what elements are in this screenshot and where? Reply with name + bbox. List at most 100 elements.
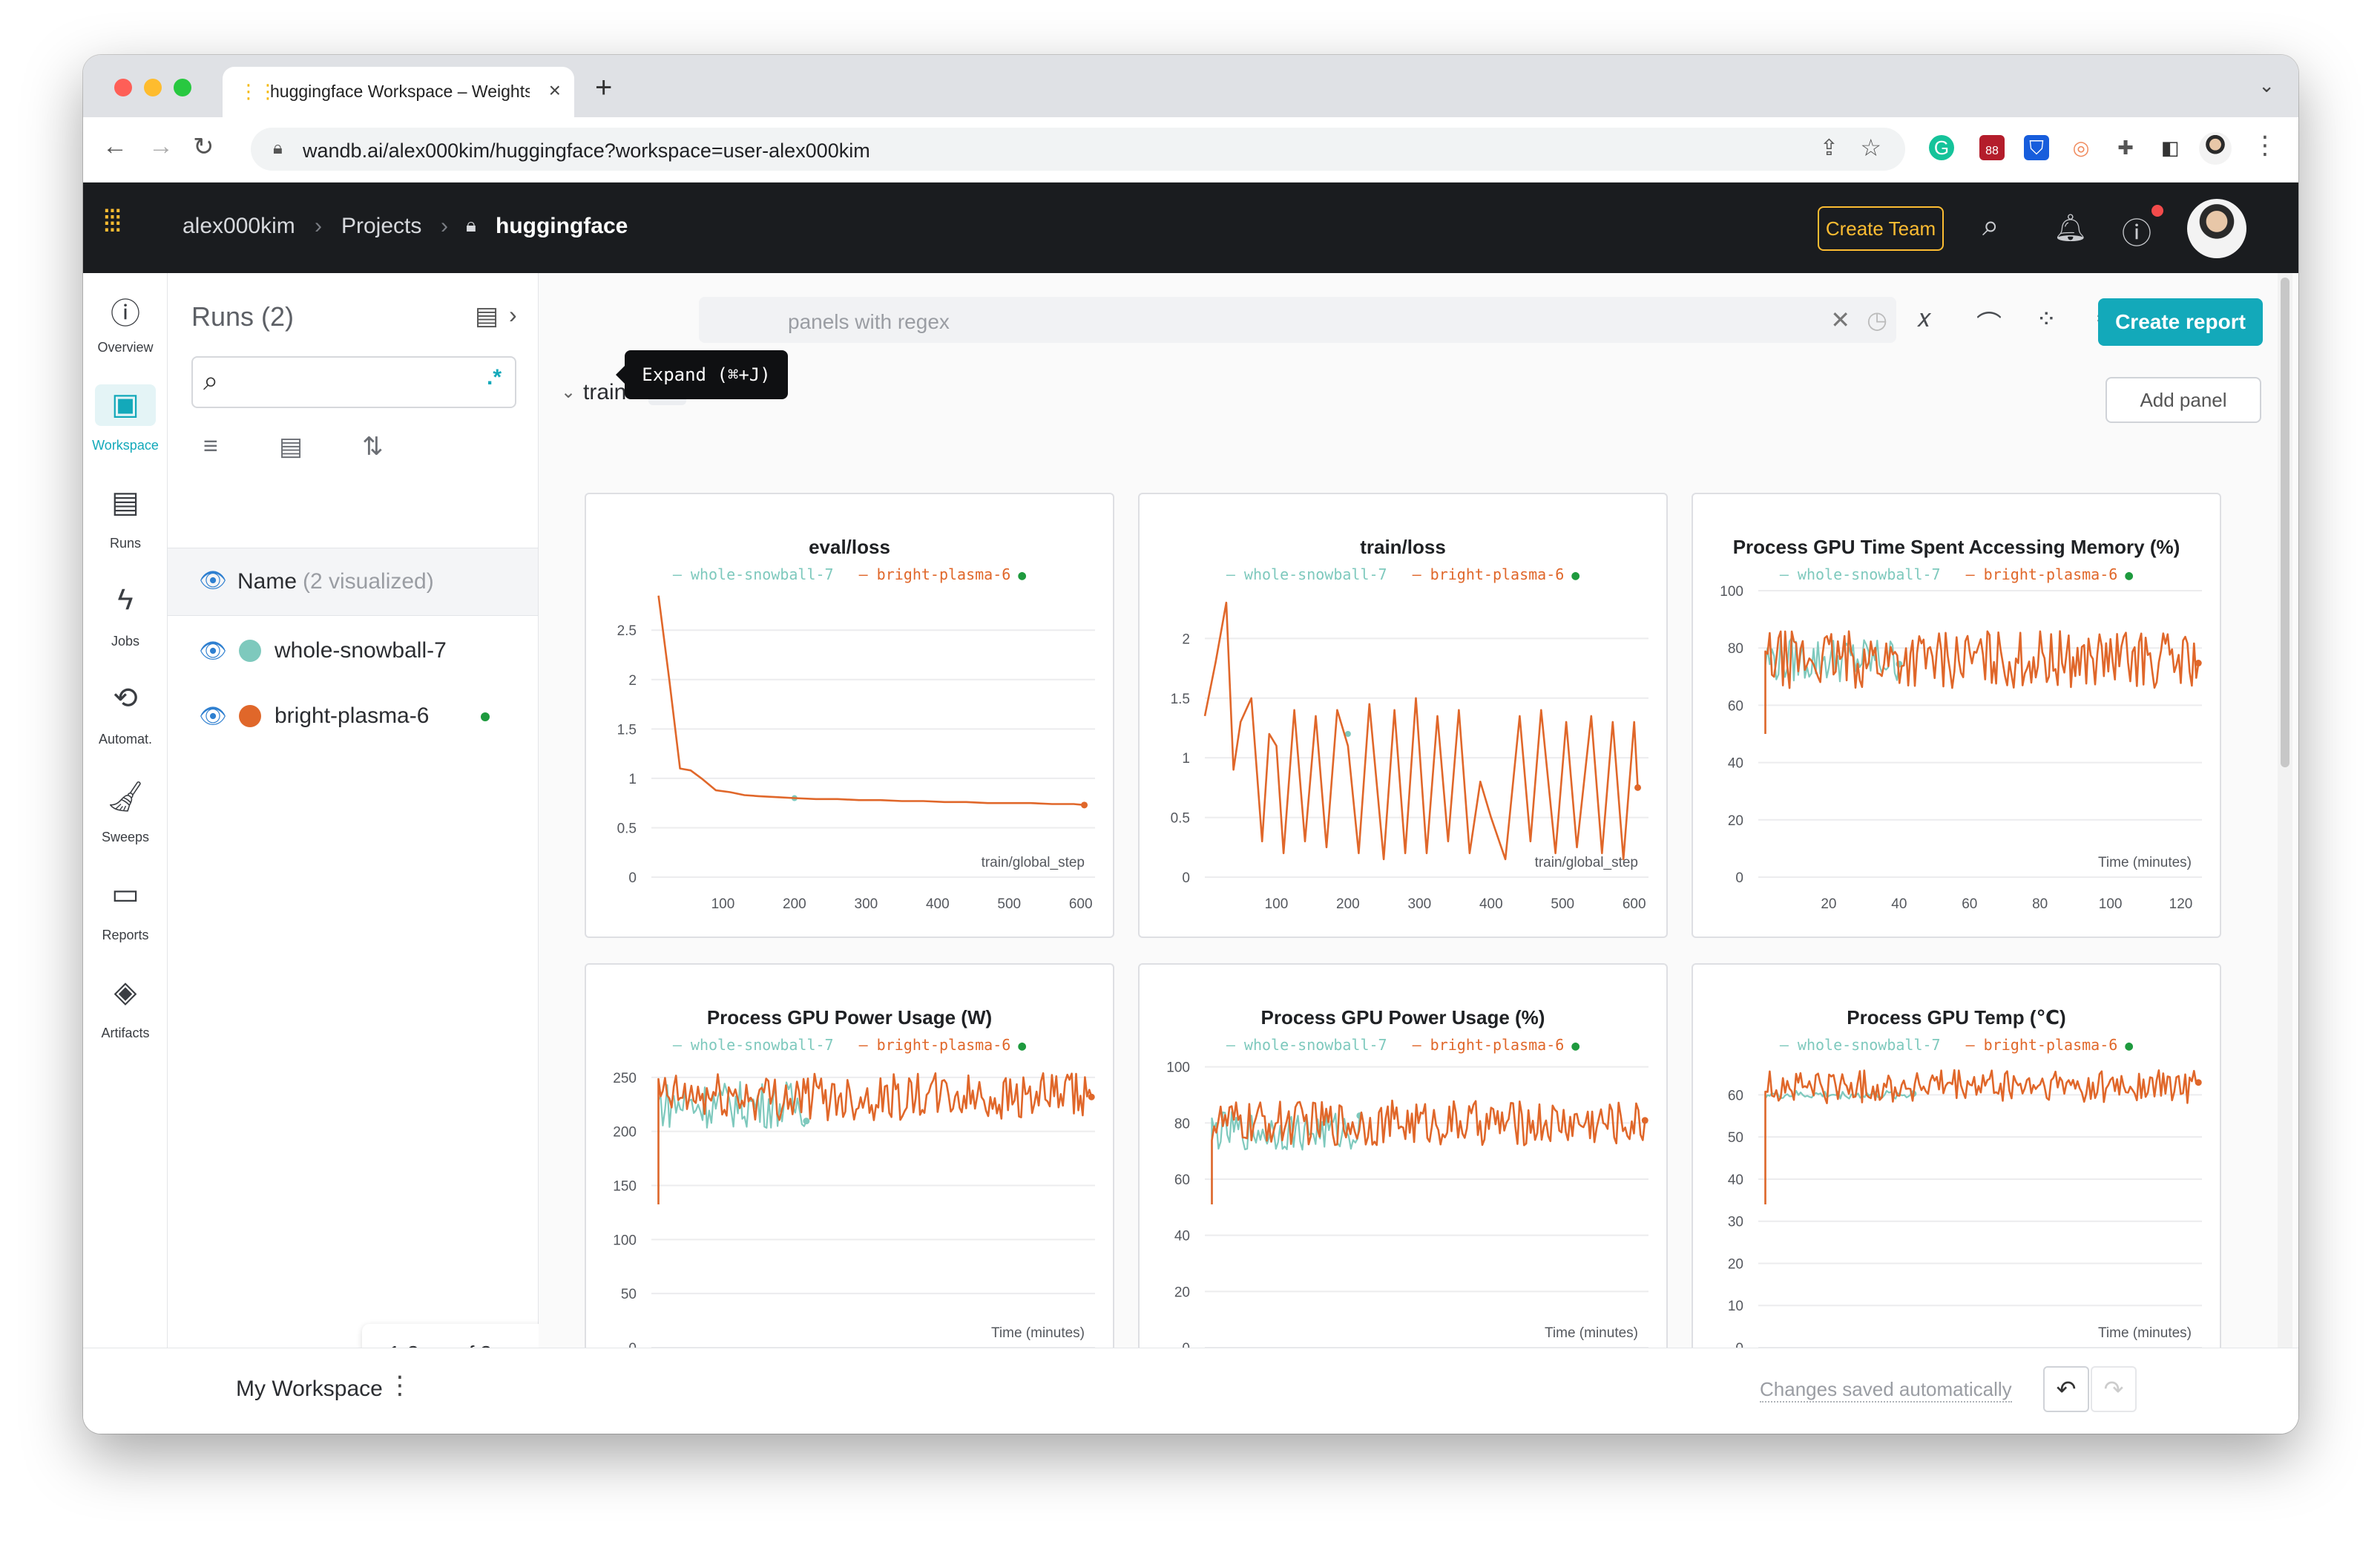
chart-panel[interactable]: 010203040506020406080100120Time (minutes… <box>1692 963 2221 1408</box>
run-color-dot[interactable] <box>239 640 261 662</box>
tab-search-chevron-icon[interactable]: ⌄ <box>2258 74 2275 97</box>
nav-reports[interactable]: ▭ Reports <box>83 861 168 950</box>
legend-item[interactable]: — bright-plasma-6 <box>859 1036 1011 1054</box>
x-tick-label: 20 <box>1821 896 1836 912</box>
run-name[interactable]: bright-plasma-6 <box>275 703 429 729</box>
redo-button[interactable]: ↷ <box>2091 1366 2137 1412</box>
chart-legend[interactable]: — whole-snowball-7 — bright-plasma-6 ● <box>586 1036 1113 1054</box>
chart-legend[interactable]: — whole-snowball-7 — bright-plasma-6 ● <box>1693 1036 2220 1054</box>
sort-icon[interactable]: ⇅ <box>362 432 384 462</box>
wandb-logo-icon[interactable]: ⁞⁞⁞ <box>102 203 122 239</box>
runs-search-input[interactable]: ⌕ .* <box>191 356 516 408</box>
filter-icon[interactable]: ≡ <box>203 432 218 461</box>
tab-close-icon[interactable]: × <box>549 79 561 102</box>
legend-item[interactable]: — bright-plasma-6 <box>859 565 1011 583</box>
bookmark-star-icon[interactable]: ☆ <box>1860 134 1881 162</box>
eye-icon[interactable]: 👁︎ <box>199 638 227 664</box>
legend-item[interactable]: — whole-snowball-7 <box>1226 1036 1387 1054</box>
chart-legend[interactable]: — whole-snowball-7 — bright-plasma-6 ● <box>1140 565 1666 583</box>
group-icon[interactable]: ▤ <box>279 432 303 462</box>
chart-legend[interactable]: — whole-snowball-7 — bright-plasma-6 ● <box>586 565 1113 583</box>
nav-automations[interactable]: ⟲ Automat. <box>83 665 168 754</box>
run-name[interactable]: whole-snowball-7 <box>275 638 447 663</box>
back-icon[interactable]: ← <box>102 132 128 161</box>
chart-panel[interactable]: 05010015020025020406080100120Time (minut… <box>585 963 1114 1408</box>
nav-runs[interactable]: ▤ Runs <box>83 469 168 558</box>
bitwarden-icon[interactable]: ⛉ <box>2024 135 2049 160</box>
nav-jobs[interactable]: ϟ Jobs <box>83 567 168 656</box>
smoothing-icon[interactable]: ⌒ <box>1976 304 2002 341</box>
eye-icon[interactable]: 👁︎ <box>199 703 227 729</box>
nav-overview[interactable]: ⓘ Overview <box>83 273 168 362</box>
history-icon[interactable]: ◷ <box>1867 306 1887 334</box>
workspace-name[interactable]: My Workspace <box>236 1377 383 1402</box>
collapse-section-chevron-icon[interactable]: ⌄ <box>561 381 576 403</box>
workspace-scrollbar[interactable] <box>2278 273 2292 1348</box>
extensions-puzzle-icon[interactable]: ✚ <box>2113 135 2138 160</box>
y-tick-label: 2 <box>1182 632 1190 647</box>
chart-legend[interactable]: — whole-snowball-7 — bright-plasma-6 ● <box>1140 1036 1666 1054</box>
browser-profile-avatar[interactable] <box>2199 132 2232 165</box>
section-title[interactable]: train <box>583 380 626 405</box>
browser-tab[interactable]: ⋮⋮ huggingface Workspace – Weights & Bia… <box>223 67 574 117</box>
run-row[interactable]: 👁︎ bright-plasma-6 <box>168 684 538 749</box>
points-icon[interactable]: ⁘ <box>2036 304 2057 334</box>
legend-item[interactable]: — bright-plasma-6 <box>1966 1036 2118 1054</box>
notifications-bell-icon[interactable]: 🔔︎ <box>2054 212 2088 243</box>
workspace-menu-icon[interactable]: ⋮ <box>387 1371 412 1400</box>
table-view-icon[interactable]: ▤ <box>475 301 499 331</box>
clear-search-icon[interactable]: ✕ <box>1830 306 1850 334</box>
regex-toggle-icon[interactable]: .* <box>487 365 502 390</box>
user-avatar[interactable] <box>2187 199 2246 258</box>
sidepanel-icon[interactable]: ◧ <box>2157 135 2183 160</box>
breadcrumb-projects[interactable]: Projects <box>341 214 421 239</box>
panel-search-input[interactable]: panels with regex ✕ ◷ <box>699 297 1896 343</box>
breadcrumb-project[interactable]: huggingface <box>496 214 628 239</box>
create-report-button[interactable]: Create report <box>2098 298 2263 346</box>
chart-panel[interactable]: 0 0.5 1 1.5 2 100 200 300 400 500 600 train/global_… <box>1138 493 1668 938</box>
extension-ring-icon[interactable]: ◎ <box>2068 135 2094 160</box>
undo-button[interactable]: ↶ <box>2043 1366 2089 1412</box>
create-team-button[interactable]: Create Team <box>1818 206 1944 251</box>
run-color-dot[interactable] <box>239 705 261 727</box>
legend-item[interactable]: — whole-snowball-7 <box>1780 565 1941 583</box>
share-icon[interactable]: ⇪ <box>1820 135 1838 161</box>
zoom-window-button[interactable] <box>174 79 191 96</box>
add-panel-button[interactable]: Add panel <box>2105 377 2261 423</box>
address-bar[interactable]: 🔒︎ wandb.ai/alex000kim/huggingface?works… <box>251 128 1905 171</box>
eye-icon[interactable]: 👁︎ <box>199 568 227 594</box>
legend-item[interactable]: — whole-snowball-7 <box>673 1036 834 1054</box>
minimize-window-button[interactable] <box>144 79 162 96</box>
legend-item[interactable]: — whole-snowball-7 <box>1226 565 1387 583</box>
y-tick-label: 60 <box>1174 1172 1190 1188</box>
expand-chevron-icon[interactable]: › <box>509 301 517 329</box>
legend-item[interactable]: — whole-snowball-7 <box>673 565 834 583</box>
legend-item[interactable]: — bright-plasma-6 <box>1966 565 2118 583</box>
chart-panel[interactable]: 02040608010020406080100120Time (minutes)… <box>1138 963 1668 1408</box>
legend-item[interactable]: — whole-snowball-7 <box>1780 1036 1941 1054</box>
nav-workspace[interactable]: ▣ Workspace <box>83 371 168 460</box>
help-icon[interactable]: ⓘ <box>2122 209 2151 252</box>
grammarly-icon[interactable]: G <box>1929 135 1954 160</box>
extension-badge-icon[interactable]: 88 <box>1979 135 2005 160</box>
reload-icon[interactable]: ↻ <box>193 132 214 162</box>
legend-item[interactable]: — bright-plasma-6 <box>1413 1036 1565 1054</box>
browser-menu-icon[interactable]: ⋮ <box>2252 131 2278 160</box>
chart-legend[interactable]: — whole-snowball-7 — bright-plasma-6 ● <box>1693 565 2220 583</box>
scrollbar-thumb[interactable] <box>2281 278 2289 767</box>
forward-icon[interactable]: → <box>148 132 174 161</box>
chart-panel[interactable]: 02040608010020406080100120Time (minutes)… <box>1692 493 2221 938</box>
chart-title: Process GPU Power Usage (W) <box>706 1006 993 1029</box>
search-icon[interactable]: ⌕ <box>1982 209 1999 243</box>
breadcrumb-user[interactable]: alex000kim <box>183 214 295 239</box>
close-window-button[interactable] <box>114 79 132 96</box>
nav-sweeps[interactable]: 🧹︎ Sweeps <box>83 763 168 852</box>
legend-item[interactable]: — bright-plasma-6 <box>1413 565 1565 583</box>
x-axis-settings-icon[interactable]: 𝑥 <box>1917 304 1931 333</box>
chart-panel[interactable]: 0 0.5 1 1.5 2 2.5 100 200 300 400 500 600 train/glob… <box>585 493 1114 938</box>
series-endpoint <box>1081 801 1088 809</box>
nav-artifacts[interactable]: ◈ Artifacts <box>83 959 168 1048</box>
run-row[interactable]: 👁︎ whole-snowball-7 <box>168 619 538 684</box>
new-tab-button[interactable]: + <box>595 71 612 105</box>
name-column-header[interactable]: Name <box>237 569 297 594</box>
